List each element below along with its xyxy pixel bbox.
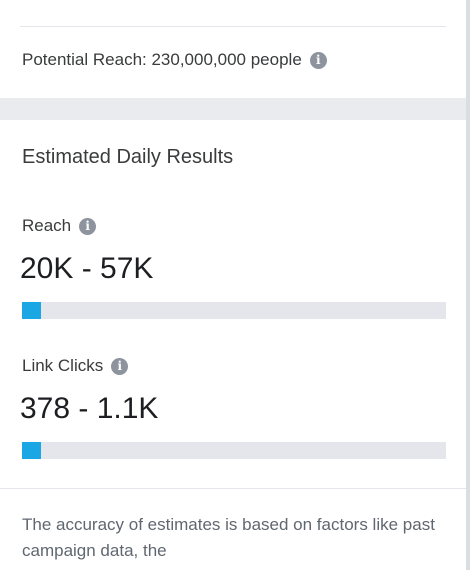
reach-bar-track [22, 302, 446, 319]
link-clicks-label-row: Link Clicks i [22, 356, 129, 376]
audience-estimate-panel: Potential Reach: 230,000,000 people i Es… [0, 0, 470, 570]
potential-reach-text: Potential Reach: 230,000,000 people [22, 50, 302, 69]
link-clicks-info-icon[interactable]: i [111, 357, 129, 375]
bottom-divider [0, 488, 466, 489]
reach-label: Reach [22, 216, 72, 235]
panel-right-border [466, 0, 470, 570]
link-clicks-value: 378 - 1.1K [20, 392, 159, 425]
section-separator [0, 98, 466, 120]
reach-bar-fill [22, 302, 42, 319]
top-divider [20, 26, 446, 27]
link-clicks-bar-track [22, 442, 446, 459]
potential-reach-info-icon[interactable]: i [309, 51, 327, 69]
link-clicks-label: Link Clicks [22, 356, 104, 375]
estimated-daily-results-title: Estimated Daily Results [22, 146, 234, 168]
reach-label-row: Reach i [22, 216, 97, 236]
link-clicks-bar-fill [22, 442, 42, 459]
estimate-disclaimer: The accuracy of estimates is based on fa… [22, 515, 435, 560]
reach-info-icon[interactable]: i [79, 217, 97, 235]
reach-value: 20K - 57K [20, 252, 154, 285]
potential-reach-row: Potential Reach: 230,000,000 people i [22, 50, 327, 70]
